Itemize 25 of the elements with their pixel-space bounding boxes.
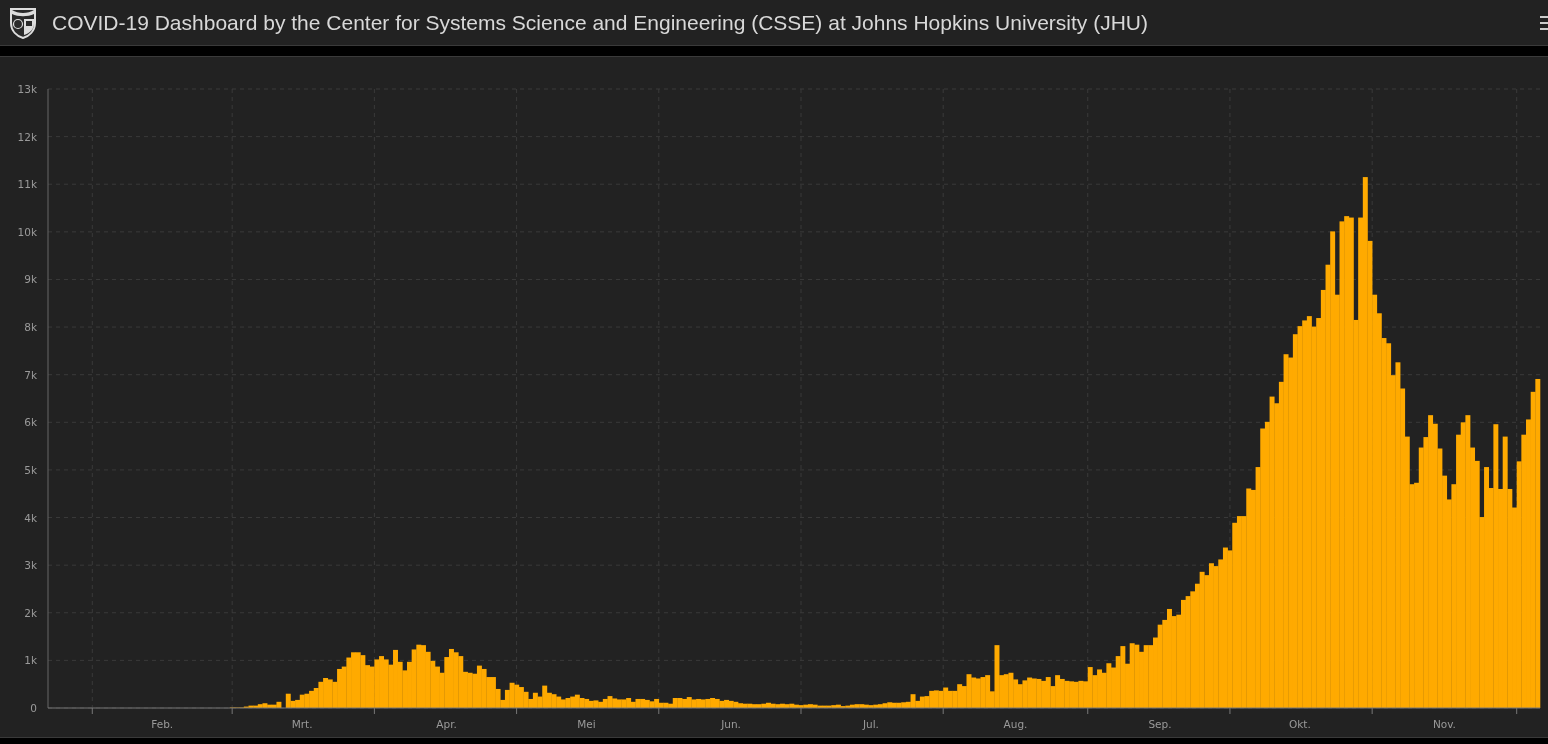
y-axis-label: 8k [24,321,37,334]
y-axis-label: 10k [17,225,37,238]
y-axis-label: 9k [24,273,37,286]
x-axis-label: Okt. [1288,718,1311,730]
y-axis-label: 3k [24,559,37,572]
y-axis-label: 2k [24,606,37,619]
x-axis-label: Apr. [436,718,457,730]
y-axis-label: 11k [17,178,37,191]
dashboard-title: COVID-19 Dashboard by the Center for Systems Science and Engineering (CSSE) at Johns Hopkins University (JHU) [52,10,1149,35]
x-axis-label: Sep. [1148,718,1172,730]
x-axis-label: Mei [577,718,596,730]
x-axis-label: Nov. [1432,718,1456,730]
x-axis-label: Feb. [151,718,174,730]
y-axis-label: 5k [24,463,37,476]
y-axis-label: 13k [17,83,37,95]
x-axis-label: Mrt. [291,718,313,730]
y-axis-label: 6k [24,416,37,429]
y-axis-label: 1k [24,654,37,667]
y-axis-label: 0 [30,702,37,714]
x-axis-label: Jul. [862,718,879,730]
y-axis-label: 12k [17,130,37,143]
x-axis-label: Aug. [1003,718,1028,730]
x-axis-label: Jun. [721,718,741,730]
y-axis-label: 4k [24,511,37,524]
y-axis-label: 7k [24,368,37,381]
